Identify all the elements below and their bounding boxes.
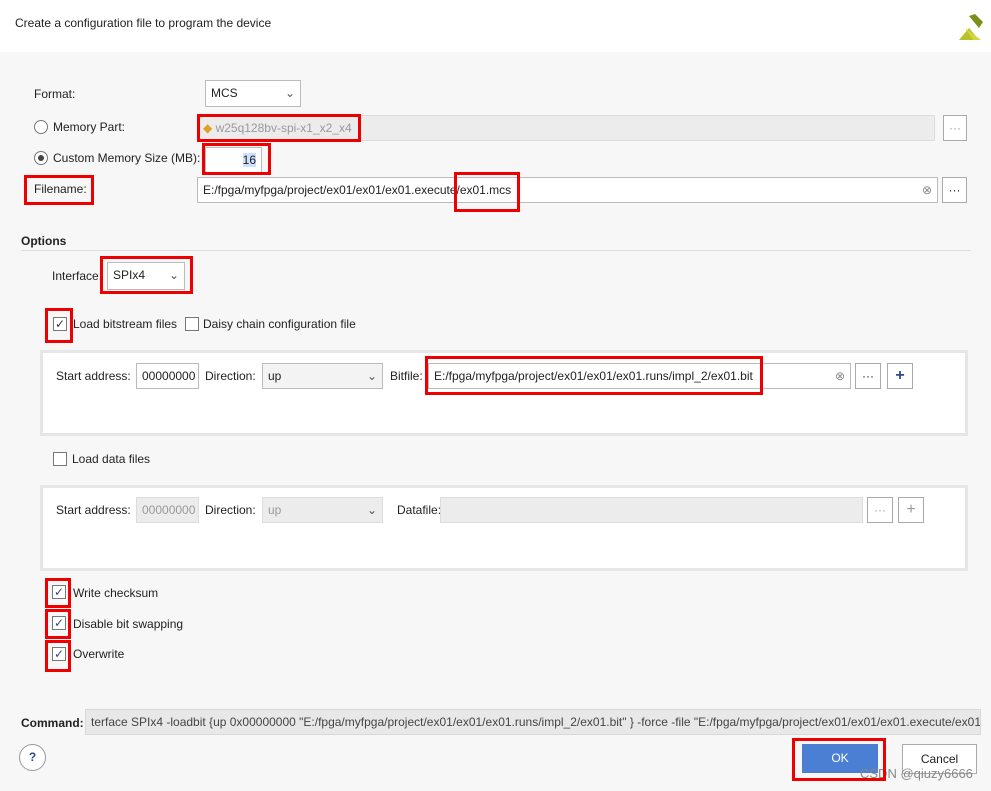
filename-browse-button[interactable]: ··· (942, 177, 967, 203)
direction-dropdown[interactable]: up ⌄ (262, 363, 383, 389)
memory-part-field: ◆ w25q128bv-spi-x1_x2_x4 (197, 115, 935, 141)
overwrite-label: Overwrite (73, 647, 125, 661)
bitfile-label: Bitfile: (390, 369, 423, 383)
write-checksum-checkbox[interactable]: ✓ (52, 585, 66, 599)
divider (21, 250, 971, 251)
bitfile-input[interactable]: E:/fpga/myfpga/project/ex01/ex01/ex01.ru… (428, 363, 851, 389)
load-bitstream-checkbox[interactable]: ✓ (53, 317, 67, 331)
load-bitstream-label: Load bitstream files (73, 317, 178, 331)
data-direction-label: Direction: (205, 503, 256, 517)
chevron-down-icon: ⌄ (284, 86, 295, 100)
interface-label: Interface: (52, 269, 103, 283)
memory-part-browse-button[interactable]: ··· (943, 115, 967, 141)
data-start-address-input: 00000000 (136, 497, 199, 523)
custom-size-label: Custom Memory Size (MB): (53, 151, 201, 165)
data-direction-dropdown: up ⌄ (262, 497, 383, 523)
load-data-label: Load data files (72, 452, 151, 466)
options-heading: Options (21, 234, 67, 248)
command-field: terface SPIx4 -loadbit {up 0x00000000 "E… (85, 709, 981, 735)
interface-dropdown[interactable]: SPIx4 ⌄ (107, 262, 185, 290)
chevron-down-icon: ⌄ (366, 503, 377, 517)
direction-label: Direction: (205, 369, 256, 383)
format-value: MCS (211, 86, 238, 100)
datafile-browse-button: ··· (867, 497, 893, 523)
start-address-label: Start address: (56, 369, 131, 383)
help-button[interactable]: ? (19, 744, 46, 771)
daisy-chain-label: Daisy chain configuration file (203, 317, 356, 331)
dialog-title: Create a configuration file to program t… (15, 16, 272, 30)
chip-icon: ◆ (203, 121, 216, 135)
xilinx-logo-icon (959, 14, 983, 40)
overwrite-checkbox[interactable]: ✓ (52, 647, 66, 661)
memory-part-label: Memory Part: (53, 120, 126, 134)
filename-input[interactable]: E:/fpga/myfpga/project/ex01/ex01/ex01.ex… (197, 177, 938, 203)
add-datafile-button: + (898, 497, 924, 523)
disable-bit-swapping-label: Disable bit swapping (73, 617, 184, 631)
datafile-input (440, 497, 863, 523)
chevron-down-icon: ⌄ (366, 369, 377, 383)
daisy-chain-checkbox[interactable] (185, 317, 199, 331)
custom-size-radio[interactable] (34, 151, 48, 165)
chevron-down-icon: ⌄ (168, 268, 179, 282)
load-data-checkbox[interactable] (53, 452, 67, 466)
write-checksum-label: Write checksum (73, 586, 159, 600)
disable-bit-swapping-checkbox[interactable]: ✓ (52, 616, 66, 630)
format-label: Format: (34, 87, 76, 101)
custom-size-input[interactable]: 16 (205, 147, 262, 173)
add-bitfile-button[interactable]: + (887, 363, 913, 389)
filename-label: Filename: (34, 182, 87, 196)
bitfile-browse-button[interactable]: ··· (855, 363, 881, 389)
data-start-address-label: Start address: (56, 503, 131, 517)
datafile-label: Datafile: (397, 503, 442, 517)
clear-icon[interactable]: ⊗ (835, 364, 845, 388)
format-dropdown[interactable]: MCS ⌄ (205, 80, 301, 107)
clear-icon[interactable]: ⊗ (922, 178, 932, 202)
watermark: CSDN @qiuzy6666 (860, 766, 973, 781)
memory-part-radio[interactable] (34, 120, 48, 134)
start-address-input[interactable]: 00000000 (136, 363, 199, 389)
command-label: Command: (21, 716, 84, 730)
